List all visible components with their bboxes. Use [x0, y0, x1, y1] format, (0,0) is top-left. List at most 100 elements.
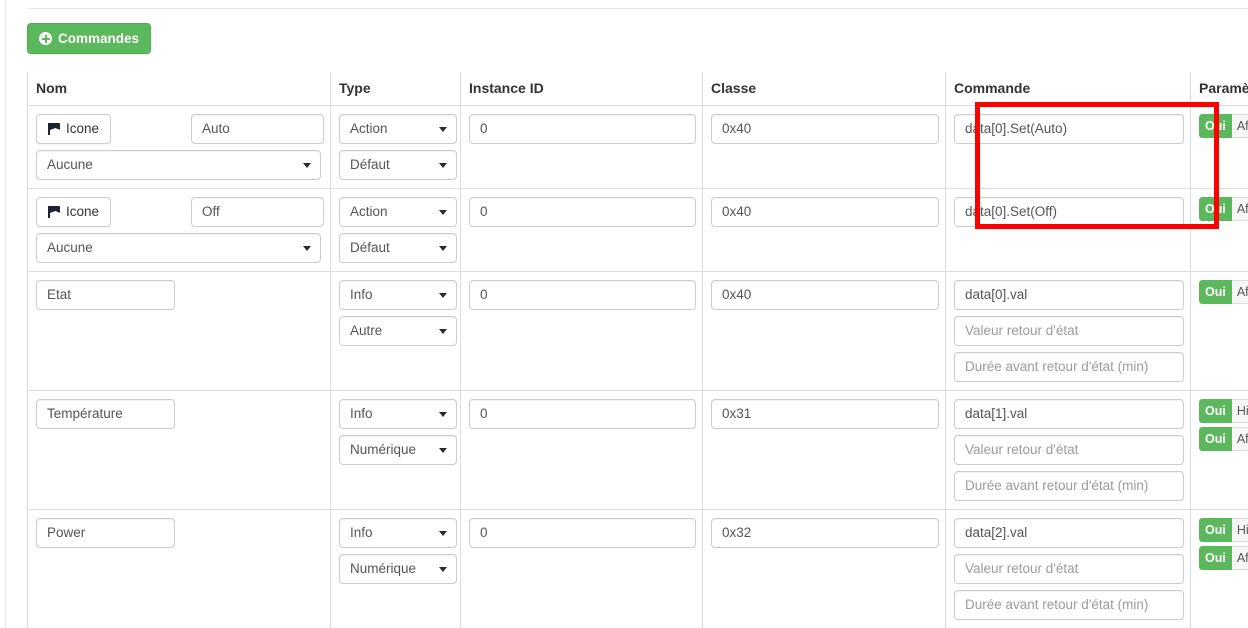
nom-sub-select[interactable]: Aucune — [36, 149, 321, 180]
cell-nom — [27, 270, 331, 391]
cell-parametres: OuiHisOuiAff — [1190, 389, 1248, 510]
cell-instance-id — [460, 508, 703, 628]
cell-type: Info Numérique — [330, 508, 461, 628]
add-commande-button[interactable]: Commandes — [27, 23, 152, 54]
commande-input[interactable] — [954, 398, 1184, 429]
chevron-down-icon — [439, 245, 447, 251]
classe-input[interactable] — [711, 279, 939, 310]
cell-nom — [27, 389, 331, 510]
commande-input[interactable] — [954, 113, 1184, 144]
type-select-value: Action — [350, 120, 388, 136]
nom-field-wrap — [191, 113, 324, 144]
cell-classe — [702, 104, 946, 189]
instance-id-input[interactable] — [469, 113, 696, 144]
chevron-down-icon — [303, 162, 311, 168]
parametre-toggle[interactable]: OuiAff — [1199, 113, 1248, 138]
instance-id-input[interactable] — [469, 196, 696, 227]
classe-input[interactable] — [711, 196, 939, 227]
parametre-toggle[interactable]: OuiHis — [1199, 517, 1248, 542]
instance-id-input[interactable] — [469, 398, 696, 429]
parametre-toggle[interactable]: OuiAff — [1199, 545, 1248, 570]
cell-parametres: OuiHisOuiAff — [1190, 508, 1248, 628]
chevron-down-icon — [439, 530, 447, 536]
cell-nom: Icone Aucune — [27, 187, 331, 272]
type-select[interactable]: Info — [339, 279, 457, 310]
parametre-state-badge[interactable]: Oui — [1199, 196, 1232, 221]
subtype-select-value: Autre — [350, 322, 383, 338]
cell-commande — [945, 508, 1191, 628]
parametre-label: Aff — [1231, 279, 1248, 304]
classe-input[interactable] — [711, 398, 939, 429]
parametre-label: His — [1231, 517, 1248, 542]
cell-commande — [945, 270, 1191, 391]
cell-commande — [945, 104, 1191, 189]
instance-id-input[interactable] — [469, 279, 696, 310]
cell-nom: Icone Aucune — [27, 104, 331, 189]
cell-type: Action Défaut — [330, 187, 461, 272]
cell-classe — [702, 508, 946, 628]
page-left-border — [5, 0, 6, 628]
cell-instance-id — [460, 270, 703, 391]
type-select[interactable]: Info — [339, 517, 457, 548]
subtype-select[interactable]: Défaut — [339, 232, 457, 263]
add-commande-label: Commandes — [58, 31, 140, 46]
chevron-down-icon — [439, 162, 447, 168]
type-select[interactable]: Info — [339, 398, 457, 429]
subtype-select[interactable]: Défaut — [339, 149, 457, 180]
parametre-label: His — [1231, 398, 1248, 423]
page-root: Commandes Nom Type Instance ID Classe Co… — [0, 0, 1248, 628]
duree-retour-etat-input[interactable] — [954, 351, 1184, 382]
commande-input[interactable] — [954, 196, 1184, 227]
type-select[interactable]: Action — [339, 196, 457, 227]
chevron-down-icon — [439, 292, 447, 298]
nom-field-wrap — [36, 517, 175, 548]
type-select[interactable]: Action — [339, 113, 457, 144]
parametre-toggle[interactable]: OuiAff — [1199, 279, 1248, 304]
cell-classe — [702, 270, 946, 391]
nom-input[interactable] — [36, 517, 175, 548]
icone-button[interactable]: Icone — [36, 196, 112, 227]
parametre-state-badge[interactable]: Oui — [1199, 545, 1232, 570]
type-select-value: Info — [350, 286, 373, 302]
parametre-label: Aff — [1231, 426, 1248, 451]
nom-input[interactable] — [36, 398, 175, 429]
duree-retour-etat-input[interactable] — [954, 589, 1184, 620]
type-select-value: Info — [350, 524, 373, 540]
parametre-toggle[interactable]: OuiHis — [1199, 398, 1248, 423]
subtype-select[interactable]: Autre — [339, 315, 457, 346]
icone-button[interactable]: Icone — [36, 113, 112, 144]
classe-input[interactable] — [711, 113, 939, 144]
valeur-retour-etat-input[interactable] — [954, 434, 1184, 465]
subtype-select-value: Numérique — [350, 560, 417, 576]
commande-input[interactable] — [954, 279, 1184, 310]
nom-sub-select[interactable]: Aucune — [36, 232, 321, 263]
nom-input[interactable] — [191, 113, 324, 144]
parametre-state-badge[interactable]: Oui — [1199, 113, 1232, 138]
commande-input[interactable] — [954, 517, 1184, 548]
instance-id-input[interactable] — [469, 517, 696, 548]
parametre-toggle[interactable]: OuiAff — [1199, 196, 1248, 221]
nom-input[interactable] — [36, 279, 175, 310]
icone-button-label: Icone — [66, 121, 100, 136]
column-header-commande: Commande — [945, 72, 1191, 106]
table-row: Info Autre OuiAff — [27, 270, 1248, 391]
top-divider — [27, 8, 1248, 9]
table-header: Nom Type Instance ID Classe Commande Par… — [27, 72, 1248, 106]
nom-field-wrap — [36, 279, 175, 310]
duree-retour-etat-input[interactable] — [954, 470, 1184, 501]
parametre-state-badge[interactable]: Oui — [1199, 426, 1232, 451]
parametre-label: Aff — [1231, 545, 1248, 570]
subtype-select[interactable]: Numérique — [339, 434, 457, 465]
subtype-select[interactable]: Numérique — [339, 553, 457, 584]
valeur-retour-etat-input[interactable] — [954, 553, 1184, 584]
parametre-state-badge[interactable]: Oui — [1199, 517, 1232, 542]
parametre-state-badge[interactable]: Oui — [1199, 279, 1232, 304]
nom-sub-select-value: Aucune — [47, 239, 93, 255]
parametre-state-badge[interactable]: Oui — [1199, 398, 1232, 423]
nom-input[interactable] — [191, 196, 324, 227]
table-header-row: Nom Type Instance ID Classe Commande Par… — [27, 72, 1248, 106]
classe-input[interactable] — [711, 517, 939, 548]
parametre-toggle[interactable]: OuiAff — [1199, 426, 1248, 451]
valeur-retour-etat-input[interactable] — [954, 315, 1184, 346]
table-body: IconeAucuneActionDéfautOuiAffIconeAucune… — [27, 104, 1248, 628]
